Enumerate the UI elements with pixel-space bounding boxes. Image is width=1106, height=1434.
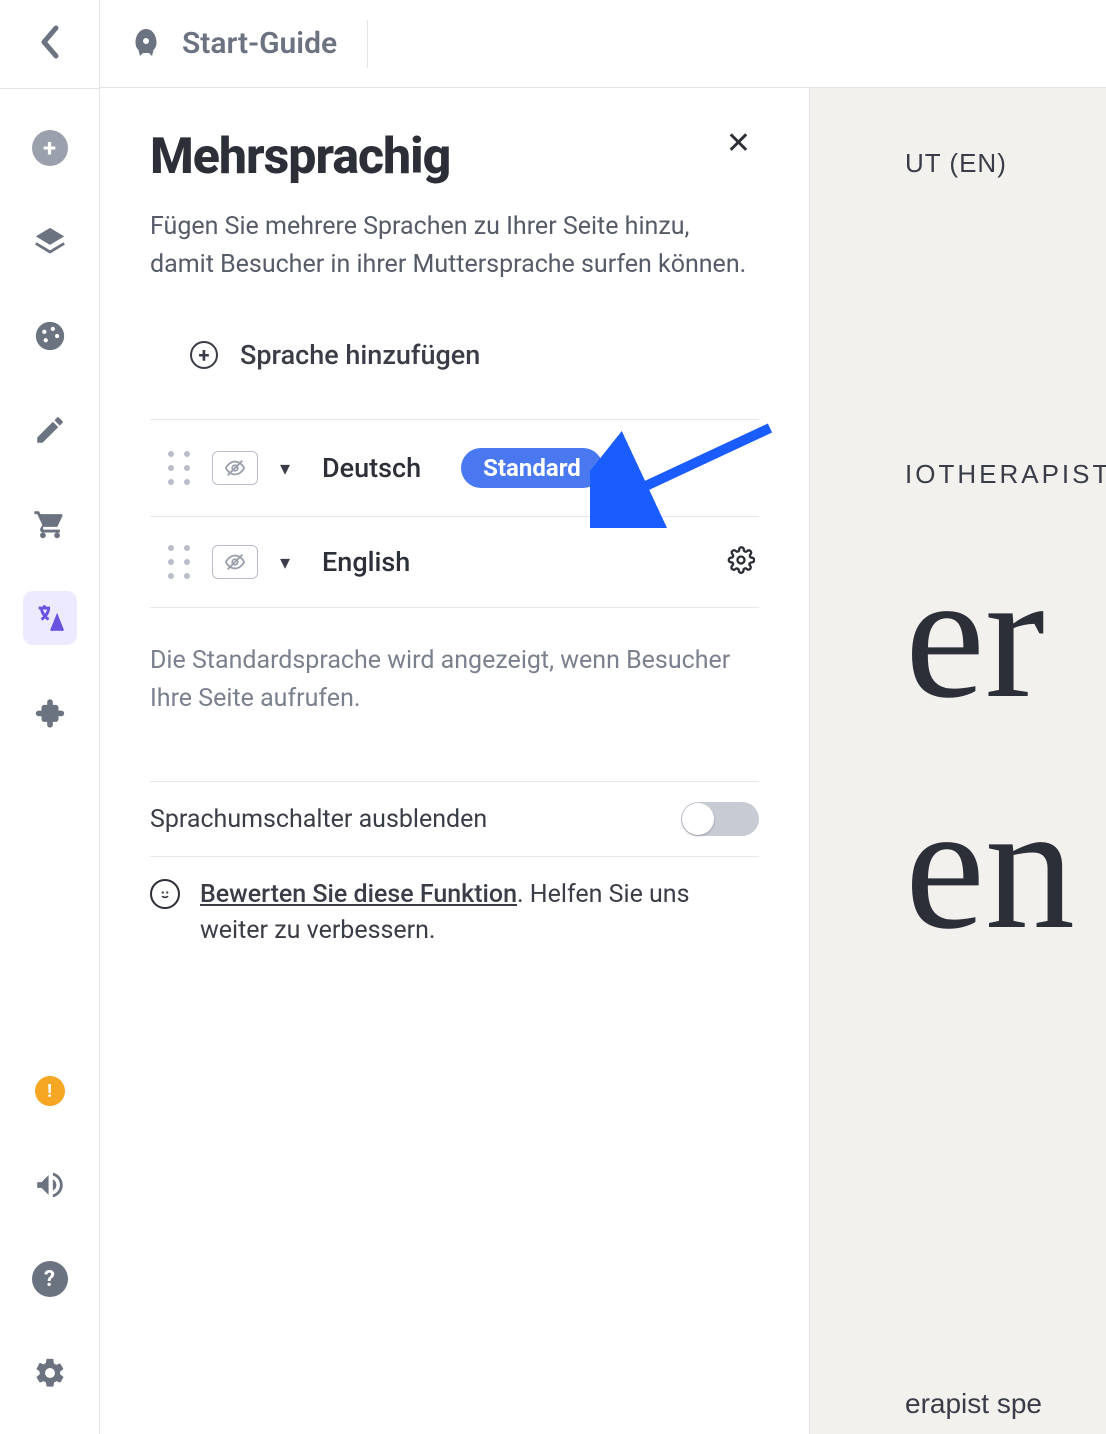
- add-element-button[interactable]: +: [23, 121, 77, 175]
- feedback-text: Bewerten Sie diese Funktion. Helfen Sie …: [200, 877, 759, 950]
- preview-para: erapist spe n is to help lling lives.: [905, 1382, 1106, 1434]
- start-guide-label: Start-Guide: [182, 26, 337, 61]
- drag-handle[interactable]: [150, 545, 190, 579]
- hide-switcher-toggle[interactable]: [681, 802, 759, 836]
- expand-toggle[interactable]: ▾: [280, 456, 290, 480]
- smiley-icon: [150, 879, 180, 909]
- visibility-toggle[interactable]: [212, 451, 258, 485]
- panel-title: Mehrsprachig: [150, 128, 450, 186]
- plus-circle-icon: +: [32, 130, 68, 166]
- shop-button[interactable]: [23, 497, 77, 551]
- sidebar-bottom: ! ?: [23, 1064, 77, 1434]
- visibility-toggle[interactable]: [212, 545, 258, 579]
- warning-icon: !: [35, 1076, 65, 1106]
- announce-button[interactable]: [23, 1158, 77, 1212]
- default-badge: Standard: [461, 448, 603, 488]
- help-button[interactable]: ?: [23, 1252, 77, 1306]
- language-row: ▾ Deutsch Standard: [150, 419, 759, 516]
- drag-handle[interactable]: [150, 451, 190, 485]
- add-language-button[interactable]: + Sprache hinzufügen: [150, 339, 759, 371]
- gear-icon: [727, 546, 755, 574]
- add-language-label: Sprache hinzufügen: [240, 339, 480, 371]
- site-preview: UT (EN) IOTHERAPIST er en erapist spe n …: [810, 88, 1106, 1434]
- language-name: English: [322, 546, 410, 578]
- sections-button[interactable]: [23, 215, 77, 269]
- sidebar: + !: [0, 0, 100, 1434]
- feedback-link[interactable]: Bewerten Sie diese Funktion: [200, 880, 517, 909]
- start-guide-link[interactable]: Start-Guide: [128, 20, 368, 68]
- language-name: Deutsch: [322, 452, 421, 484]
- default-language-hint: Die Standardsprache wird angezeigt, wenn…: [150, 642, 759, 717]
- content-area: Mehrsprachig ✕ Fügen Sie mehrere Sprache…: [100, 88, 1106, 1434]
- preview-headline-2: en: [905, 781, 1106, 952]
- panel-description: Fügen Sie mehrere Sprachen zu Ihrer Seit…: [150, 208, 759, 283]
- close-button[interactable]: ✕: [718, 122, 759, 165]
- language-settings-button[interactable]: [727, 546, 755, 578]
- help-icon: ?: [32, 1261, 68, 1297]
- settings-button[interactable]: [23, 1346, 77, 1400]
- eye-off-icon: [224, 457, 246, 479]
- topbar: Start-Guide: [100, 0, 1106, 88]
- design-button[interactable]: [23, 309, 77, 363]
- hide-switcher-label: Sprachumschalter ausblenden: [150, 805, 487, 834]
- hide-switcher-row: Sprachumschalter ausblenden: [150, 782, 759, 857]
- expand-toggle[interactable]: ▾: [280, 550, 290, 574]
- edit-button[interactable]: [23, 403, 77, 457]
- preview-headline-1: er: [905, 550, 1106, 721]
- plugins-button[interactable]: [23, 685, 77, 739]
- languages-button[interactable]: [23, 591, 77, 645]
- language-row: ▾ English: [150, 516, 759, 608]
- back-button[interactable]: [0, 24, 99, 89]
- preview-subhead: IOTHERAPIST: [905, 459, 1106, 490]
- main-area: Start-Guide Mehrsprachig ✕ Fügen Sie meh…: [100, 0, 1106, 1434]
- preview-nav-item: UT (EN): [905, 148, 1106, 179]
- rocket-icon: [128, 26, 164, 62]
- alerts-button[interactable]: !: [23, 1064, 77, 1118]
- multilingual-panel: Mehrsprachig ✕ Fügen Sie mehrere Sprache…: [100, 88, 810, 1434]
- app-root: + !: [0, 0, 1106, 1434]
- language-list: ▾ Deutsch Standard ▾ English: [150, 419, 759, 608]
- sidebar-nav: +: [23, 89, 77, 1064]
- eye-off-icon: [224, 551, 246, 573]
- plus-icon: +: [190, 341, 218, 369]
- feedback-row: Bewerten Sie diese Funktion. Helfen Sie …: [150, 877, 759, 950]
